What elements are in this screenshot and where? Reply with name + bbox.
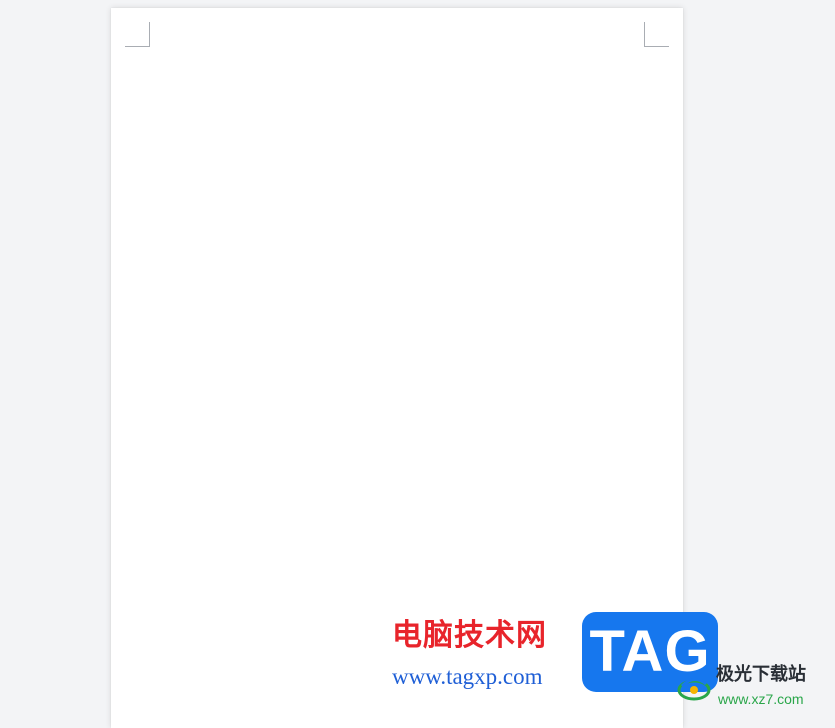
margin-corner-mark-top-left [125, 22, 150, 47]
margin-corner-mark-top-right [644, 22, 669, 47]
watermark-site-url: www.tagxp.com [392, 664, 543, 689]
watermark-jiguang-url: www.xz7.com [718, 691, 804, 707]
jiguang-logo-icon [677, 678, 711, 701]
document-workspace: 电脑技术网 www.tagxp.com TAG 极光下载站 www.xz7.co… [0, 0, 835, 728]
watermark-jiguang-name: 极光下载站 [716, 664, 806, 685]
document-text-area[interactable] [150, 47, 644, 607]
watermark-site-name: 电脑技术网 [392, 618, 547, 653]
